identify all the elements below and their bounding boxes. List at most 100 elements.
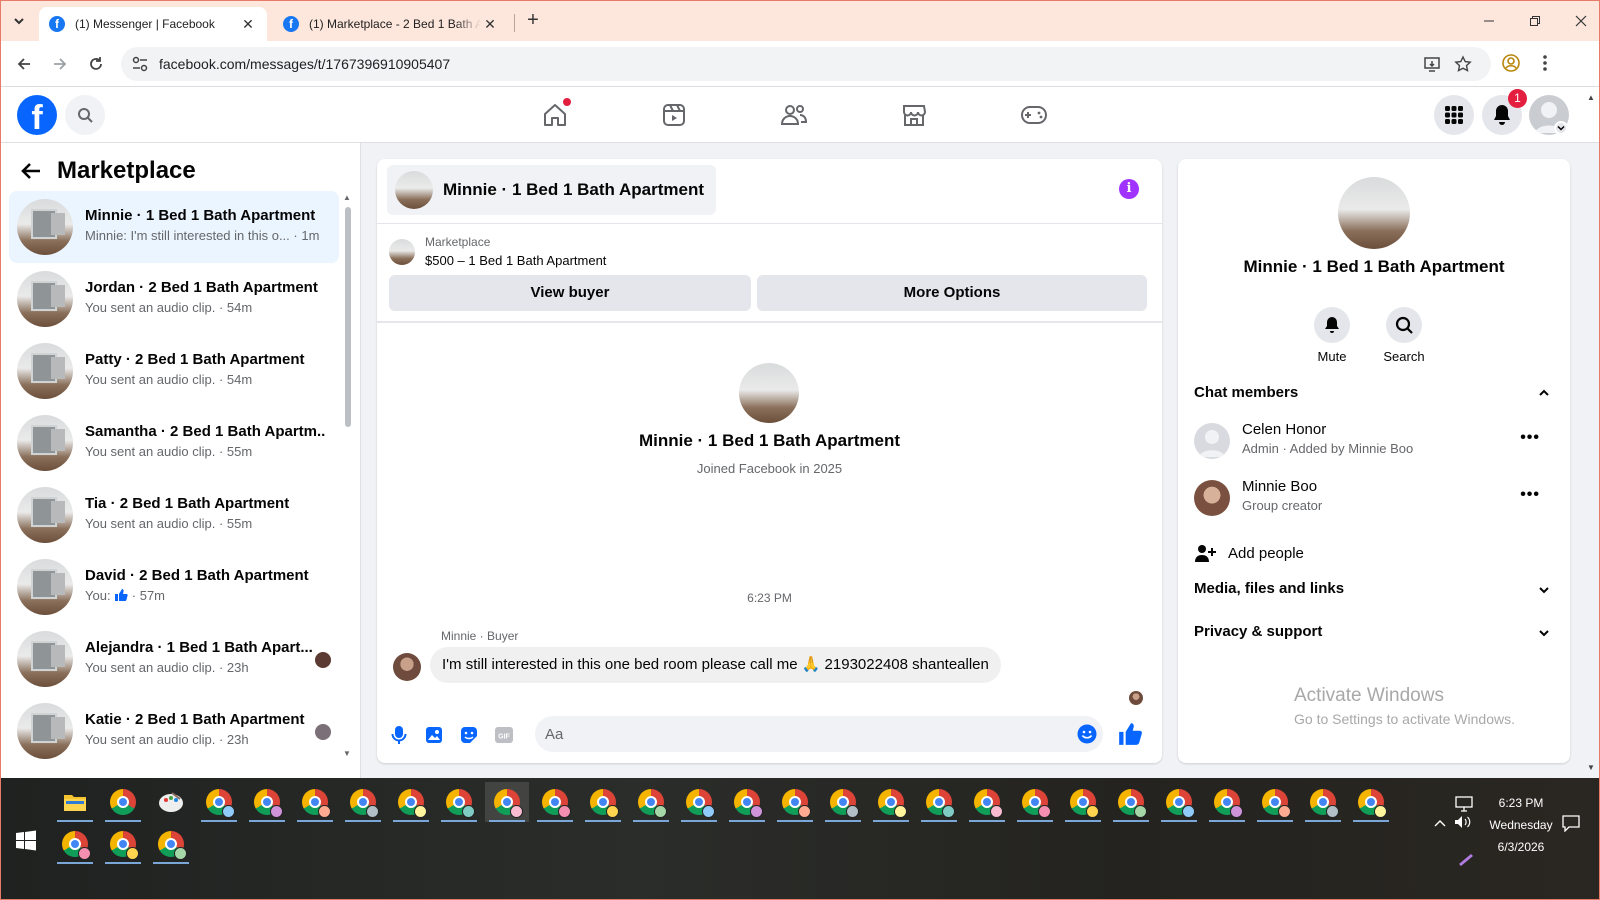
more-options-button[interactable]: More Options: [757, 275, 1147, 311]
chrome-taskbar-app[interactable]: [1109, 782, 1153, 822]
conversation-item[interactable]: Katie · 2 Bed 1 Bath Apartment You sent …: [9, 695, 339, 767]
emoji-icon[interactable]: [1077, 724, 1097, 744]
chrome-taskbar-app[interactable]: [533, 782, 577, 822]
tab-marketplace[interactable]: f (1) Marketplace - 2 Bed 1 Bath Apartme…: [273, 7, 509, 41]
chat-members-section[interactable]: Chat members: [1194, 381, 1554, 405]
new-tab-button[interactable]: +: [521, 9, 545, 33]
chrome-taskbar-app[interactable]: [53, 824, 97, 864]
page-scroll-down-icon[interactable]: ▼: [1587, 763, 1595, 772]
conversation-item[interactable]: Samantha · 2 Bed 1 Bath Apartm... You se…: [9, 407, 339, 479]
back-button[interactable]: [10, 50, 38, 78]
view-buyer-button[interactable]: View buyer: [389, 275, 751, 311]
paint-taskbar-app[interactable]: [149, 782, 193, 822]
sender-avatar[interactable]: [393, 653, 421, 681]
close-window-button[interactable]: [1563, 7, 1599, 35]
tray-clock-day[interactable]: Wednesday: [1471, 818, 1571, 832]
chrome-taskbar-app[interactable]: [149, 824, 193, 864]
scroll-up-arrow-icon[interactable]: ▲: [343, 193, 351, 202]
member-item[interactable]: Minnie Boo Group creator •••: [1194, 476, 1554, 524]
conversation-item[interactable]: Patty · 2 Bed 1 Bath Apartment You sent …: [9, 335, 339, 407]
show-hidden-icons-chevron-icon[interactable]: [1433, 818, 1447, 828]
chrome-taskbar-app[interactable]: [1349, 782, 1393, 822]
tab-search-button[interactable]: [7, 9, 31, 33]
conversation-item[interactable]: Tia · 2 Bed 1 Bath Apartment You sent an…: [9, 479, 339, 551]
search-button[interactable]: [65, 95, 105, 135]
chrome-taskbar-app[interactable]: [1061, 782, 1105, 822]
conversation-list-scrollbar[interactable]: [345, 207, 351, 427]
chrome-taskbar-app[interactable]: [821, 782, 865, 822]
chrome-taskbar-app[interactable]: [677, 782, 721, 822]
tab-close-icon[interactable]: ✕: [481, 16, 499, 33]
install-app-icon[interactable]: [1423, 55, 1441, 73]
mute-button[interactable]: Mute: [1302, 307, 1362, 364]
chrome-taskbar-app[interactable]: [1301, 782, 1345, 822]
chrome-taskbar-app[interactable]: [869, 782, 913, 822]
profile-icon[interactable]: [1501, 53, 1521, 73]
nav-gaming[interactable]: [1004, 93, 1064, 137]
gif-button[interactable]: GIF: [492, 723, 516, 747]
volume-icon[interactable]: [1453, 814, 1471, 830]
chrome-taskbar-app[interactable]: [293, 782, 337, 822]
privacy-support-section[interactable]: Privacy & support: [1194, 620, 1554, 644]
chrome-taskbar-app[interactable]: [917, 782, 961, 822]
url-text[interactable]: facebook.com/messages/t/1767396910905407: [159, 56, 450, 72]
message-composer[interactable]: [535, 716, 1103, 752]
chrome-taskbar-app[interactable]: [965, 782, 1009, 822]
attach-photo-button[interactable]: [422, 723, 446, 747]
forward-button[interactable]: [46, 50, 74, 78]
voice-clip-button[interactable]: [387, 723, 411, 747]
member-item[interactable]: Celen Honor Admin · Added by Minnie Boo …: [1194, 419, 1554, 467]
nav-home[interactable]: [525, 93, 585, 137]
back-arrow-icon[interactable]: [21, 162, 41, 180]
chrome-taskbar-app[interactable]: [101, 782, 145, 822]
nav-friends[interactable]: [764, 93, 824, 137]
reload-button[interactable]: [82, 50, 110, 78]
windows-start-icon[interactable]: [15, 830, 37, 852]
chrome-taskbar-app[interactable]: [485, 782, 529, 822]
thumbs-up-send-icon[interactable]: [1117, 721, 1143, 747]
conversation-item[interactable]: Jordan · 2 Bed 1 Bath Apartment You sent…: [9, 263, 339, 335]
conversation-item[interactable]: Alejandra · 1 Bed 1 Bath Apart... You se…: [9, 623, 339, 695]
menu-button[interactable]: [1434, 95, 1474, 135]
tab-close-icon[interactable]: ✕: [239, 16, 257, 33]
sticker-button[interactable]: [457, 723, 481, 747]
chat-header[interactable]: Minnie · 1 Bed 1 Bath Apartment: [387, 165, 717, 215]
facebook-logo[interactable]: f: [17, 95, 57, 135]
site-settings-icon[interactable]: [131, 55, 149, 73]
chrome-taskbar-app[interactable]: [101, 824, 145, 864]
chrome-taskbar-app[interactable]: [341, 782, 385, 822]
tray-clock-time[interactable]: 6:23 PM: [1481, 796, 1561, 810]
chrome-taskbar-app[interactable]: [389, 782, 433, 822]
chrome-taskbar-app[interactable]: [725, 782, 769, 822]
chrome-taskbar-app[interactable]: [197, 782, 241, 822]
bookmark-star-icon[interactable]: [1454, 55, 1472, 73]
conversation-item[interactable]: Minnie · 1 Bed 1 Bath Apartment Minnie: …: [9, 191, 339, 263]
more-menu-icon[interactable]: [1541, 53, 1549, 73]
chrome-taskbar-app[interactable]: [1013, 782, 1057, 822]
chrome-taskbar-app[interactable]: [1205, 782, 1249, 822]
add-people-button[interactable]: Add people: [1194, 543, 1304, 563]
media-files-links-section[interactable]: Media, files and links: [1194, 577, 1554, 601]
chrome-taskbar-app[interactable]: [245, 782, 289, 822]
search-in-conversation-button[interactable]: Search: [1374, 307, 1434, 364]
address-bar[interactable]: facebook.com/messages/t/1767396910905407: [121, 47, 1491, 81]
chrome-taskbar-app[interactable]: [1253, 782, 1297, 822]
scroll-down-arrow-icon[interactable]: ▼: [343, 749, 351, 758]
nav-marketplace[interactable]: [884, 93, 944, 137]
restore-button[interactable]: [1517, 7, 1553, 35]
conversation-item[interactable]: David · 2 Bed 1 Bath Apartment You: · 57…: [9, 551, 339, 623]
info-icon[interactable]: i: [1119, 179, 1139, 199]
network-icon[interactable]: [1455, 796, 1473, 812]
chrome-taskbar-app[interactable]: [581, 782, 625, 822]
chrome-taskbar-app[interactable]: [1157, 782, 1201, 822]
file-explorer-taskbar-app[interactable]: [53, 782, 97, 822]
member-more-icon[interactable]: •••: [1520, 486, 1540, 504]
chrome-taskbar-app[interactable]: [629, 782, 673, 822]
member-more-icon[interactable]: •••: [1520, 429, 1540, 447]
tab-messenger[interactable]: f (1) Messenger | Facebook ✕: [39, 7, 267, 41]
account-chevron-icon[interactable]: [1554, 121, 1568, 135]
chrome-taskbar-app[interactable]: [773, 782, 817, 822]
chrome-taskbar-app[interactable]: [437, 782, 481, 822]
message-bubble[interactable]: I'm still interested in this one bed roo…: [430, 647, 1001, 683]
message-input[interactable]: [545, 716, 1065, 752]
